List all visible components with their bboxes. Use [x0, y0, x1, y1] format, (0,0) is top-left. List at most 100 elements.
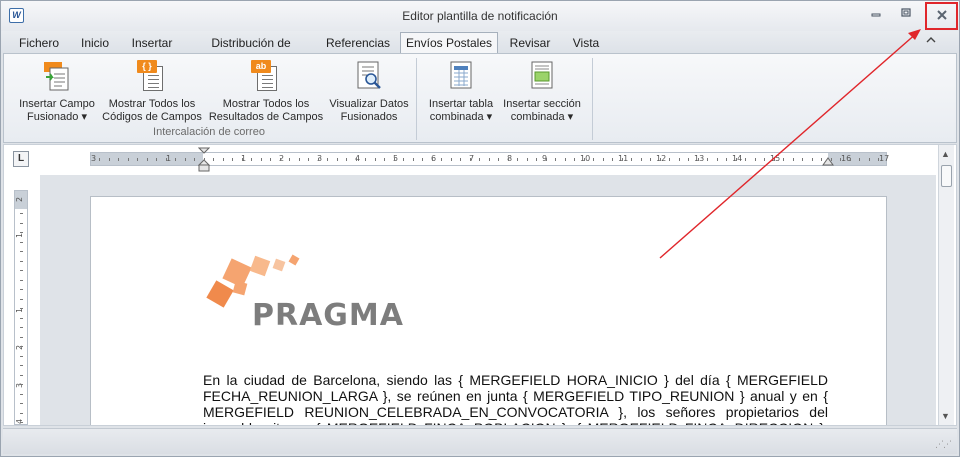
- vertical-scrollbar[interactable]: ▲ ▼: [938, 145, 954, 425]
- ruler-tick: [802, 158, 803, 161]
- horizontal-ruler[interactable]: 3 1 1 2 3 4 5 6 7 8 9 10 11 12 13 14 15 …: [90, 147, 889, 172]
- ruler-tick: [327, 158, 328, 161]
- ruler-tick: [564, 158, 566, 161]
- show-field-results-button[interactable]: ab Mostrar Todos los Resultados de Campo…: [208, 60, 324, 124]
- ruler-tick: [583, 158, 585, 161]
- ruler-tick: [403, 158, 404, 161]
- ruler-tick: [355, 158, 357, 161]
- ruler-tick: [20, 251, 23, 252]
- collapse-ribbon-icon[interactable]: [926, 36, 936, 46]
- insert-merge-field-label-2: Fusionado ▾: [27, 111, 87, 123]
- insert-merged-section-icon: [527, 60, 557, 92]
- right-indent-marker-icon[interactable]: [822, 156, 834, 166]
- ruler-tick: [868, 158, 870, 161]
- ruler-tick: [20, 270, 23, 271]
- ribbon-panel: Insertar Campo Fusionado ▾ { } Mostrar T…: [3, 53, 957, 143]
- ruler-tick: [213, 158, 214, 161]
- tab-fichero[interactable]: Fichero: [11, 34, 67, 53]
- ruler-tick: [792, 158, 794, 161]
- show-field-results-label-1: Mostrar Todos los: [222, 98, 310, 110]
- ruler-tick: [754, 158, 756, 161]
- ruler-label: 12: [656, 154, 667, 163]
- ruler-tick: [716, 158, 718, 161]
- show-field-codes-button[interactable]: { } Mostrar Todos los Códigos de Campos: [102, 60, 202, 124]
- scroll-up-arrow-icon[interactable]: ▲: [941, 149, 950, 159]
- show-field-codes-label-2: Códigos de Campos: [102, 111, 202, 123]
- tab-revisar[interactable]: Revisar: [504, 34, 556, 53]
- pragma-logo: PRAGMA: [204, 254, 424, 334]
- scroll-thumb[interactable]: [941, 165, 952, 187]
- document-paragraph[interactable]: En la ciudad de Barcelona, siendo las { …: [203, 372, 828, 425]
- ruler-tick: [669, 158, 670, 161]
- ruler-label: 10: [580, 154, 591, 163]
- ruler-label: 15: [770, 154, 781, 163]
- ruler-tick: [441, 158, 442, 161]
- tab-referencias[interactable]: Referencias: [321, 34, 395, 53]
- ruler-tick: [20, 298, 23, 300]
- ruler-tick: [20, 289, 23, 290]
- insert-merge-field-button[interactable]: Insertar Campo Fusionado ▾: [16, 60, 98, 124]
- tab-distribucion-pagina[interactable]: Distribución de Página: [191, 34, 311, 68]
- ruler-tick: [20, 412, 23, 414]
- field-codes-badge: { }: [137, 60, 157, 73]
- insert-merged-table-label-2: combinada ▾: [429, 111, 493, 123]
- ruler-tick: [20, 260, 23, 262]
- insert-merge-field-label-1: Insertar Campo: [19, 98, 95, 110]
- show-field-results-label-2: Resultados de Campos: [208, 111, 324, 123]
- ruler-tick: [279, 158, 281, 161]
- tab-insertar[interactable]: Insertar: [124, 34, 180, 53]
- ruler-tick: [20, 213, 23, 214]
- ruler-tick: [20, 346, 23, 347]
- insert-merged-section-button[interactable]: Insertar sección combinada ▾: [500, 60, 584, 124]
- preview-merged-data-button[interactable]: Visualizar Datos Fusionados: [328, 60, 410, 124]
- show-field-codes-label-1: Mostrar Todos los: [108, 98, 196, 110]
- ruler-tick: [118, 158, 119, 161]
- document-page[interactable]: PRAGMA En la ciudad de Barcelona, siendo…: [90, 196, 887, 425]
- ruler-label: 14: [732, 154, 743, 163]
- ruler-tick: [612, 158, 613, 161]
- tab-envios-postales[interactable]: Envíos Postales: [400, 32, 498, 53]
- ruler-tick: [175, 158, 176, 161]
- ruler-tick: [412, 158, 414, 161]
- ruler-tick: [393, 158, 395, 161]
- field-codes-icon: { }: [137, 60, 167, 92]
- restore-button[interactable]: [894, 5, 918, 25]
- ruler-label: 3: [91, 154, 97, 163]
- ruler-tick: [20, 336, 23, 338]
- ruler-tick: [593, 158, 594, 161]
- ruler-tick: [697, 158, 699, 161]
- ruler-tick: [20, 403, 23, 404]
- resize-grip-icon[interactable]: ⋰⋰: [935, 439, 952, 450]
- close-button[interactable]: [925, 2, 958, 30]
- ruler-tick: [678, 158, 680, 161]
- scroll-down-arrow-icon[interactable]: ▼: [941, 411, 950, 421]
- insert-merged-table-label-1: Insertar tabla: [428, 98, 494, 110]
- ruler-tick: [241, 158, 243, 161]
- ruler-tick: [251, 158, 252, 161]
- tab-vista[interactable]: Vista: [564, 34, 608, 53]
- minimize-button[interactable]: [864, 5, 888, 25]
- ruler-tick: [20, 365, 23, 366]
- status-bar: ⋰⋰: [3, 428, 957, 454]
- ruler-label: 13: [694, 154, 705, 163]
- ruler-tick: [849, 158, 851, 161]
- ruler-tick: [184, 158, 186, 161]
- vertical-ruler[interactable]: 2 1 1 2 3 4: [14, 190, 28, 425]
- ruler-tick: [20, 422, 23, 423]
- ruler-tick: [830, 158, 832, 161]
- tab-selector-button[interactable]: L: [13, 151, 29, 167]
- ruler-tick: [20, 393, 23, 395]
- ruler-tick: [460, 158, 461, 161]
- ruler-tick: [726, 158, 727, 161]
- ruler-tick: [878, 158, 879, 161]
- ruler-tick: [99, 158, 100, 161]
- ruler-tick: [498, 158, 499, 161]
- ruler-tick: [20, 308, 23, 309]
- ruler-tick: [688, 158, 689, 161]
- ruler-tick: [811, 158, 813, 161]
- insert-merged-table-icon: [446, 60, 476, 92]
- insert-merged-table-button[interactable]: Insertar tabla combinada ▾: [424, 60, 498, 124]
- ruler-tick: [450, 158, 452, 161]
- insert-merged-section-label-2: combinada ▾: [510, 111, 574, 123]
- tab-inicio[interactable]: Inicio: [74, 34, 116, 53]
